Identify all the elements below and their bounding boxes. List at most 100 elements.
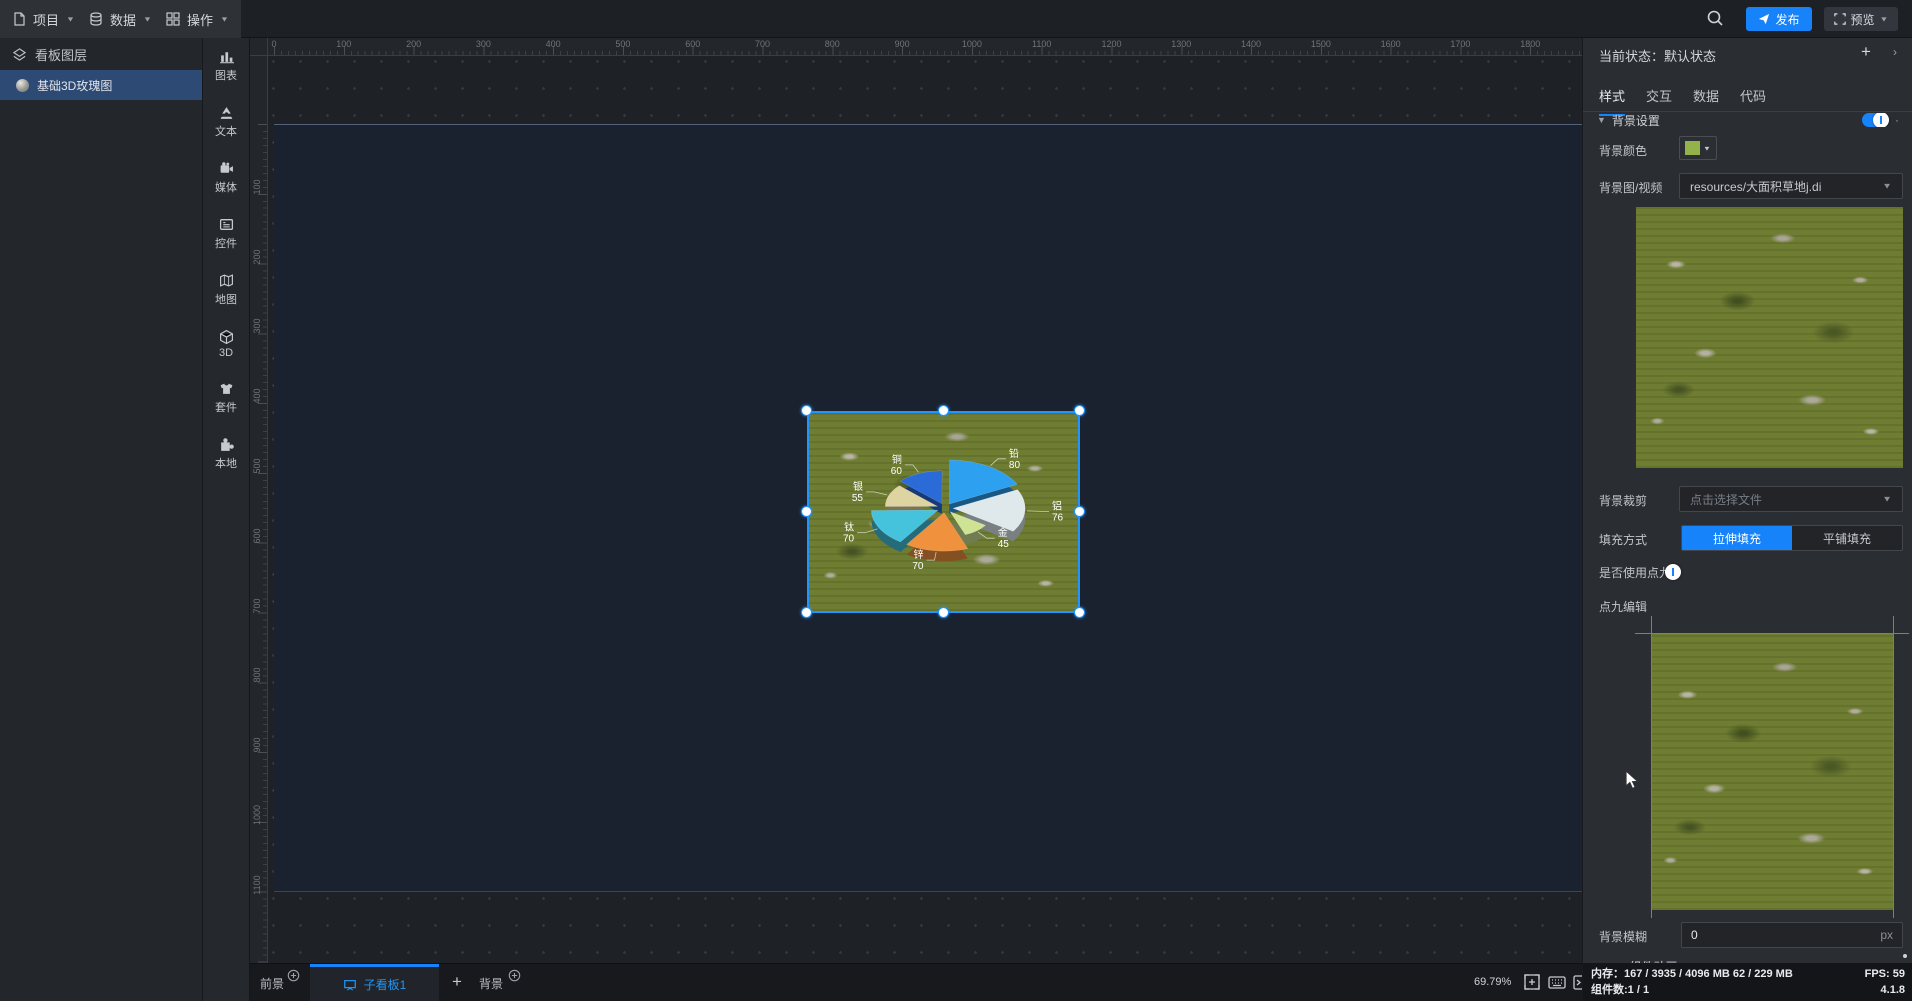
bg-blur-value: 0 (1691, 928, 1698, 942)
component-thumb-icon (16, 78, 29, 92)
chevron-down-icon: ▼ (143, 15, 152, 23)
component-count-stat: 组件数:1 / 1 (1591, 984, 1650, 996)
bg-image-select[interactable]: resources/大面积草地j.di ▼ (1679, 173, 1903, 199)
h-ruler-label: 1400 (1241, 39, 1262, 49)
h-ruler-label: 1200 (1101, 39, 1122, 49)
swatch-dropdown-icon: ▼ (1703, 144, 1711, 152)
toolbox-item-2[interactable]: 媒体 (203, 150, 249, 206)
nine-patch-editor-image[interactable] (1651, 634, 1894, 910)
add-board-button[interactable]: + (445, 970, 469, 994)
tab-style[interactable]: 样式 (1599, 86, 1626, 116)
bg-settings-toggle[interactable] (1862, 113, 1889, 127)
toolbox-item-1[interactable]: 文本 (203, 94, 249, 150)
bg-color-swatch (1685, 141, 1701, 155)
selection-handle[interactable] (801, 506, 812, 517)
fill-stretch-option[interactable]: 拉伸填充 (1682, 526, 1792, 550)
more-dots-icon[interactable]: · (1895, 113, 1899, 127)
toolbox-item-7[interactable]: 本地 (203, 426, 249, 482)
widget-icon (219, 219, 233, 230)
terminal-icon[interactable] (1572, 972, 1582, 992)
nine-patch-label: 是否使用点九 (1599, 566, 1672, 580)
add-state-button[interactable]: + (1861, 42, 1871, 62)
tab-code[interactable]: 代码 (1740, 86, 1766, 114)
selection-handle[interactable] (1074, 506, 1085, 517)
fill-tile-option[interactable]: 平铺填充 (1792, 526, 1902, 550)
nine-patch-guide-right[interactable] (1893, 616, 1894, 918)
h-ruler-label: 100 (336, 39, 352, 49)
search-icon[interactable] (1706, 9, 1724, 27)
v-ruler-label: 400 (252, 388, 262, 404)
bg-image-value: resources/大面积草地j.di (1690, 179, 1822, 194)
paper-plane-icon (1759, 13, 1770, 25)
v-ruler-label: 1100 (252, 875, 262, 895)
add-foreground-icon[interactable] (287, 969, 300, 982)
section-bg-settings-label: 背景设置 (1611, 113, 1660, 128)
layer-item-rose-chart[interactable]: 基础3D玫瑰图 (0, 70, 202, 100)
fit-screen-icon[interactable] (1522, 972, 1542, 992)
rose-pie-chart: 铜 60 铅 80 铝 76 金 45 锌 70 钛 70 银 55 (843, 447, 1064, 572)
scrollbar-thumb[interactable] (1903, 954, 1907, 958)
memory-stat: 内存：167 / 3935 / 4096 MB 62 / 229 MB (1591, 968, 1793, 980)
v-ruler-label: 1000 (252, 804, 262, 825)
h-ruler-label: 1800 (1520, 39, 1541, 49)
h-ruler-label: 300 (475, 39, 491, 49)
zoom-percentage: 69.79% (1474, 976, 1512, 988)
nine-patch-guide-left[interactable] (1651, 616, 1652, 918)
toolbox-item-3[interactable]: 控件 (203, 206, 249, 262)
tab-interaction[interactable]: 交互 (1646, 86, 1672, 114)
v-ruler-label: 800 (252, 667, 262, 683)
selected-component-3d-rose-chart[interactable]: 铜 60 铅 80 铝 76 金 45 锌 70 钛 70 银 55 (807, 411, 1080, 613)
menu-actions[interactable]: 操作 ▼ (154, 0, 241, 38)
layers-panel-title: 看板图层 (35, 47, 88, 63)
chevron-down-icon: ▼ (1879, 15, 1889, 23)
tab-background[interactable]: 背景 (479, 975, 503, 992)
selection-handle[interactable] (1074, 405, 1085, 416)
preview-label: 预览 (1850, 12, 1875, 27)
state-next-icon[interactable]: › (1893, 45, 1897, 59)
add-background-icon[interactable] (508, 969, 521, 982)
editor-canvas[interactable]: 0 100 200 300 400 500 600 700 800 900 1000 1100 1200… (250, 38, 1582, 1001)
vertical-ruler: 100 200 300 400 500 600 700 800 900 1000 1100 (250, 56, 268, 1001)
component-toolbox: 图表 文本 媒体 控件 地图 3D 套件 本地 (203, 38, 250, 1001)
tab-data[interactable]: 数据 (1693, 86, 1719, 114)
selection-handle[interactable] (801, 607, 812, 618)
bg-blur-input[interactable]: 0 px (1681, 922, 1903, 948)
toolbox-item-4[interactable]: 地图 (203, 262, 249, 318)
selection-handle[interactable] (1074, 607, 1085, 618)
menu-data[interactable]: 数据 ▼ (77, 0, 164, 38)
bg-color-picker[interactable]: ▼ (1679, 136, 1717, 160)
tab-foreground[interactable]: 前景 (260, 975, 284, 992)
h-ruler-label: 1500 (1310, 39, 1331, 49)
nine-patch-guide-top[interactable] (1635, 633, 1909, 634)
menu-project[interactable]: 项目 ▼ (0, 0, 87, 38)
toolbox-item-6[interactable]: 套件 (203, 370, 249, 426)
keyboard-icon[interactable] (1547, 972, 1567, 992)
publish-button[interactable]: 发布 (1746, 7, 1812, 31)
toolbox-item-0[interactable]: 图表 (203, 38, 249, 94)
preview-button[interactable]: 预览 ▼ (1824, 7, 1898, 31)
publish-label: 发布 (1775, 12, 1800, 27)
map-icon (219, 274, 233, 287)
pie-label-line (1026, 510, 1049, 512)
tab-subboard-1[interactable]: 子看板1 (310, 964, 439, 1001)
v-ruler-label: 600 (252, 528, 262, 544)
v-ruler-label: 700 (252, 598, 262, 614)
v-ruler-label: 200 (252, 249, 262, 265)
pie-label: 铅 80 (1009, 447, 1021, 471)
v-ruler-label: 100 (252, 179, 262, 195)
h-ruler-label: 1600 (1380, 39, 1401, 49)
selection-handle[interactable] (937, 607, 949, 618)
grid-icon (166, 12, 180, 26)
inspector-tabs: 样式 交互 数据 代码 (1583, 78, 1912, 116)
bg-crop-select[interactable]: 点击选择文件 ▼ (1679, 486, 1903, 512)
menu-actions-label: 操作 (187, 12, 214, 28)
select-chevron-icon: ▼ (1882, 181, 1892, 191)
selection-handle[interactable] (801, 405, 812, 416)
pie-label-line (990, 458, 1006, 466)
pie-label: 铜 60 (891, 454, 903, 477)
selection-handle[interactable] (937, 405, 949, 416)
pie-label: 银 55 (852, 480, 864, 504)
h-ruler-label: 0 (271, 39, 277, 49)
toolbox-item-5[interactable]: 3D (203, 318, 249, 370)
h-ruler-label: 500 (615, 39, 631, 49)
